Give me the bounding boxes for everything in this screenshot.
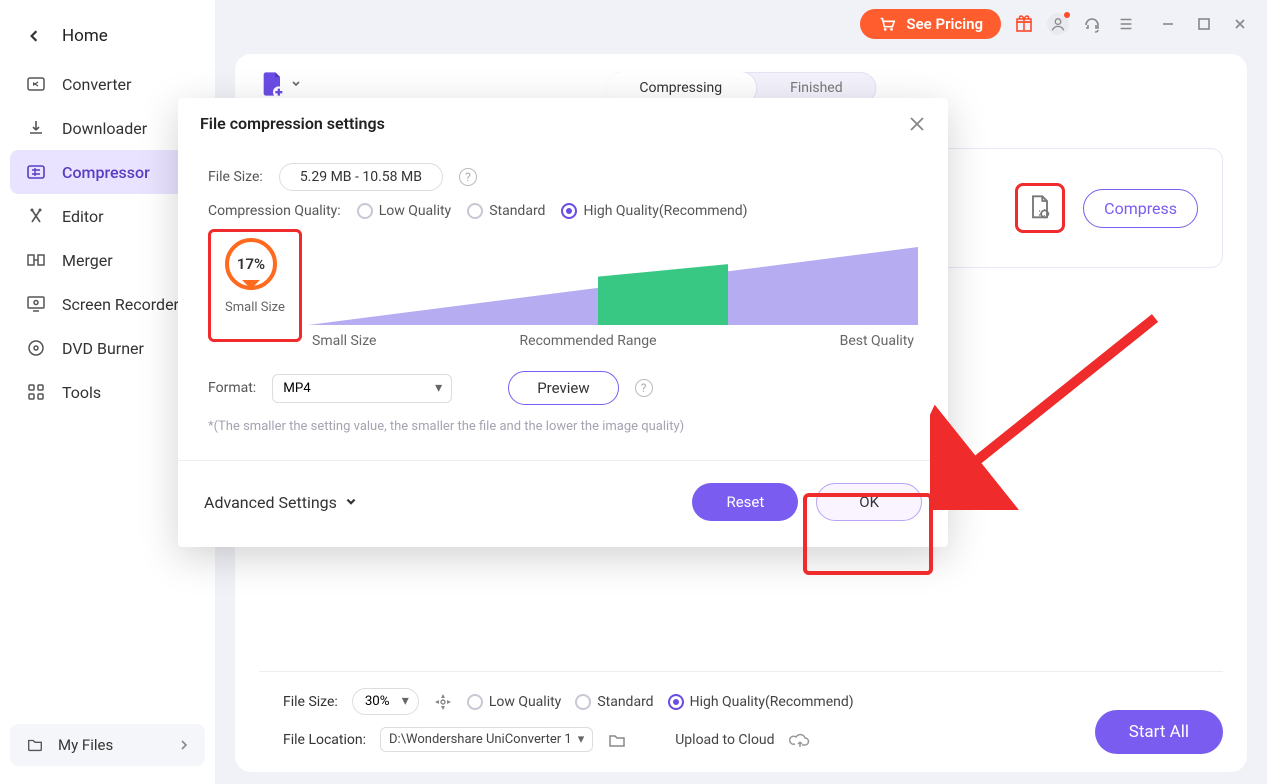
reset-button[interactable]: Reset bbox=[692, 483, 798, 521]
compressor-icon bbox=[26, 162, 46, 182]
sidebar-item-screen-recorder[interactable]: Screen Recorder bbox=[10, 282, 205, 326]
sidebar-item-label: DVD Burner bbox=[62, 339, 144, 358]
modal-format-label: Format: bbox=[208, 380, 256, 396]
tools-icon bbox=[26, 382, 46, 402]
compression-settings-modal: File compression settings File Size: 5.2… bbox=[178, 98, 948, 547]
slider-label-left-dup: Small Size bbox=[225, 300, 285, 315]
download-icon bbox=[26, 118, 46, 138]
chevron-down-icon bbox=[291, 79, 301, 89]
footer-fileloc-select[interactable]: D:\Wondershare UniConverter 1 ▾ bbox=[380, 727, 593, 752]
converter-icon bbox=[26, 74, 46, 94]
modal-format-select[interactable]: MP4 bbox=[272, 374, 452, 403]
preview-button[interactable]: Preview bbox=[508, 371, 618, 405]
chevron-left-icon bbox=[28, 30, 40, 42]
sidebar-item-label: Merger bbox=[62, 251, 113, 270]
sidebar-item-label: Compressor bbox=[62, 163, 150, 182]
footer-filesize-select[interactable]: 30% bbox=[352, 688, 419, 715]
footer-quality-low[interactable]: Low Quality bbox=[467, 694, 562, 710]
sidebar-item-label: Converter bbox=[62, 75, 131, 94]
open-folder-icon[interactable] bbox=[607, 730, 627, 750]
editor-icon bbox=[26, 206, 46, 226]
ok-button[interactable]: OK bbox=[816, 483, 922, 521]
document-gear-icon bbox=[1026, 194, 1054, 222]
sidebar-home-label: Home bbox=[62, 26, 108, 46]
footer-upload-label: Upload to Cloud bbox=[675, 732, 774, 748]
sidebar-item-downloader[interactable]: Downloader bbox=[10, 106, 205, 150]
sidebar-item-label: Editor bbox=[62, 207, 103, 226]
modal-close-button[interactable] bbox=[908, 115, 926, 133]
modal-quality-standard[interactable]: Standard bbox=[467, 203, 545, 219]
headset-icon[interactable] bbox=[1081, 13, 1103, 35]
modal-quality-low[interactable]: Low Quality bbox=[357, 203, 452, 219]
close-icon bbox=[908, 115, 926, 133]
footer-filesize-label: File Size: bbox=[283, 694, 338, 710]
myfiles-label: My Files bbox=[58, 736, 113, 754]
add-file-button[interactable] bbox=[259, 70, 301, 98]
sidebar-item-compressor[interactable]: Compressor bbox=[10, 150, 205, 194]
start-all-button[interactable]: Start All bbox=[1095, 710, 1223, 754]
advanced-settings-toggle[interactable]: Advanced Settings bbox=[204, 493, 357, 512]
modal-filesize-value[interactable]: 5.29 MB - 10.58 MB bbox=[279, 163, 443, 191]
sidebar-myfiles[interactable]: My Files bbox=[10, 724, 205, 766]
file-settings-button[interactable] bbox=[1015, 183, 1065, 233]
sidebar-item-tools[interactable]: Tools bbox=[10, 370, 205, 414]
slider-label-right: Best Quality bbox=[840, 333, 914, 349]
help-icon[interactable]: ? bbox=[459, 168, 477, 186]
titlebar: See Pricing bbox=[215, 0, 1267, 48]
add-file-icon bbox=[259, 70, 287, 98]
sidebar-item-label: Downloader bbox=[62, 119, 147, 138]
footer-quality-standard[interactable]: Standard bbox=[575, 694, 653, 710]
folder-icon bbox=[26, 736, 44, 754]
menu-icon[interactable] bbox=[1115, 13, 1137, 35]
cloud-upload-icon[interactable] bbox=[789, 730, 811, 750]
merger-icon bbox=[26, 250, 46, 270]
window-maximize[interactable] bbox=[1193, 13, 1215, 35]
sidebar-item-editor[interactable]: Editor bbox=[10, 194, 205, 238]
sidebar-item-merger[interactable]: Merger bbox=[10, 238, 205, 282]
sidebar-item-dvd-burner[interactable]: DVD Burner bbox=[10, 326, 205, 370]
screen-recorder-icon bbox=[26, 294, 46, 314]
footer-fileloc-label: File Location: bbox=[283, 732, 366, 748]
help-icon[interactable]: ? bbox=[635, 379, 653, 397]
sidebar-home[interactable]: Home bbox=[0, 14, 215, 62]
slider-recommended-range bbox=[598, 247, 728, 325]
annotation-highlight-pin: 17% Small Size bbox=[208, 229, 302, 342]
window-minimize[interactable] bbox=[1157, 13, 1179, 35]
slider-label-mid: Recommended Range bbox=[520, 333, 657, 349]
chevron-right-icon bbox=[179, 740, 189, 750]
notification-dot bbox=[1064, 12, 1070, 18]
modal-title: File compression settings bbox=[200, 114, 385, 133]
modal-quality-label: Compression Quality: bbox=[208, 203, 341, 219]
modal-hint: *(The smaller the setting value, the sma… bbox=[208, 419, 918, 434]
dvd-icon bbox=[26, 338, 46, 358]
sidebar-item-converter[interactable]: Converter bbox=[10, 62, 205, 106]
user-icon[interactable] bbox=[1047, 13, 1069, 35]
window-close[interactable] bbox=[1229, 13, 1251, 35]
footer-bar: File Size: 30% ▾ Low Quality Standard Hi… bbox=[259, 671, 1223, 756]
compression-slider[interactable]: Small Size Recommended Range Best Qualit… bbox=[198, 237, 928, 347]
gift-icon[interactable] bbox=[1013, 13, 1035, 35]
modal-filesize-label: File Size: bbox=[208, 169, 263, 185]
sidebar-item-label: Screen Recorder bbox=[62, 295, 179, 314]
cart-icon bbox=[878, 15, 896, 33]
sidebar-item-label: Tools bbox=[62, 383, 101, 402]
chevron-down-icon bbox=[345, 496, 357, 508]
see-pricing-button[interactable]: See Pricing bbox=[860, 9, 1001, 39]
auto-icon[interactable] bbox=[433, 692, 453, 712]
compress-button[interactable]: Compress bbox=[1083, 189, 1198, 228]
see-pricing-label: See Pricing bbox=[906, 15, 983, 33]
slider-handle[interactable]: 17% bbox=[225, 238, 277, 290]
slider-label-left: Small Size bbox=[312, 333, 376, 349]
footer-quality-high[interactable]: High Quality(Recommend) bbox=[668, 694, 854, 710]
modal-quality-high[interactable]: High Quality(Recommend) bbox=[561, 203, 747, 219]
